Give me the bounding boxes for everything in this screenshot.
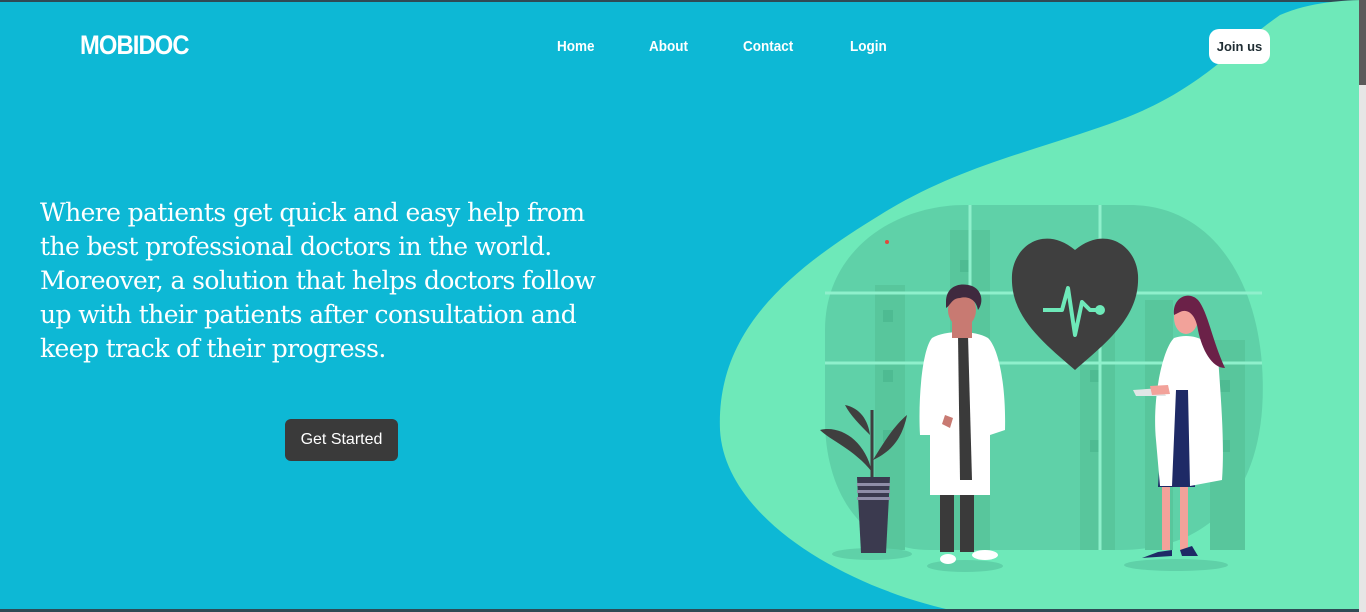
scrollbar[interactable] — [1359, 0, 1366, 612]
hero-line: Where patients get quick and easy help f… — [40, 198, 585, 227]
hero-line: keep track of their progress. — [40, 334, 386, 363]
hero-description: Where patients get quick and easy help f… — [40, 196, 670, 366]
get-started-button[interactable]: Get Started — [285, 419, 398, 461]
nav-link-home[interactable]: Home — [557, 38, 595, 55]
hero-line: up with their patients after consultatio… — [40, 300, 577, 329]
nav-link-login[interactable]: Login — [850, 38, 887, 55]
scrollbar-thumb[interactable] — [1359, 0, 1366, 85]
brand-logo[interactable]: MOBIDOC — [80, 30, 190, 61]
doctors-illustration — [820, 205, 1263, 572]
nav-link-contact[interactable]: Contact — [743, 38, 793, 55]
join-us-button[interactable]: Join us — [1209, 29, 1270, 64]
nav-link-about[interactable]: About — [649, 38, 688, 55]
hero-line: the best professional doctors in the wor… — [40, 232, 552, 261]
hero-line: Moreover, a solution that helps doctors … — [40, 266, 596, 295]
